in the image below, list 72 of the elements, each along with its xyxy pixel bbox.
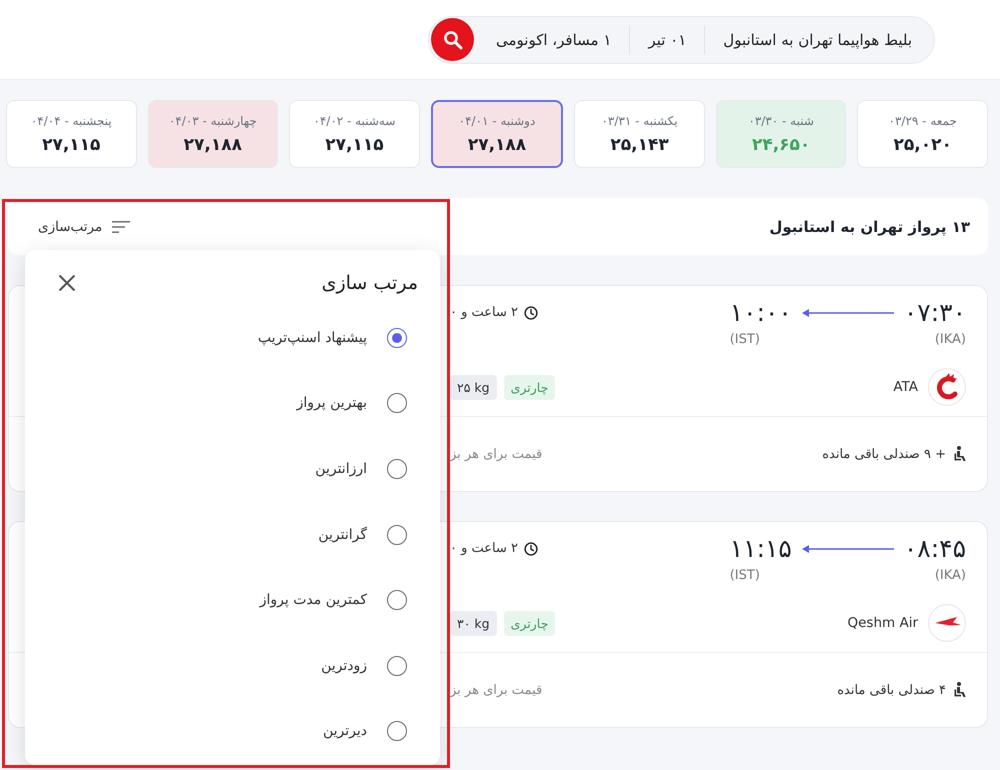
radio-button[interactable] bbox=[387, 524, 407, 545]
price-text: ۲۵,۱۴۳ bbox=[610, 134, 669, 154]
seat-icon bbox=[954, 682, 966, 698]
search-bar[interactable]: بلیط هواپیما تهران به استانبول ۰۱ تیر ۱ مسافر، اکونومی bbox=[428, 16, 935, 64]
airport-code: (IST) bbox=[730, 332, 760, 347]
sort-option[interactable]: پیشنهاد اسنپ‌تریپ bbox=[258, 328, 407, 348]
day-label: جمعه - ۰۳/۲۹ bbox=[888, 114, 957, 128]
airline-name: ATA bbox=[893, 379, 918, 395]
clock-icon bbox=[524, 306, 538, 320]
radio-button[interactable] bbox=[387, 656, 407, 676]
date-card[interactable]: شنبه - ۰۳/۳۰ ۲۴,۶۵۰ bbox=[716, 100, 846, 168]
sort-button[interactable]: مرتب‌سازی bbox=[38, 218, 130, 234]
results-title: ۱۳ پرواز تهران به استانبول bbox=[769, 218, 970, 236]
radio-button[interactable] bbox=[387, 328, 407, 348]
crescent-logo-icon bbox=[928, 368, 966, 406]
seats-left-text: ۴ صندلی باقی مانده bbox=[837, 682, 946, 698]
wing-logo-icon bbox=[928, 604, 966, 642]
price-text: ۲۷,۱۸۸ bbox=[468, 134, 526, 154]
passengers-text[interactable]: ۱ مسافر، اکونومی bbox=[478, 30, 630, 48]
departure-time: ۰۷:۳۰ bbox=[904, 298, 966, 328]
search-icon bbox=[442, 30, 463, 50]
day-label: شنبه - ۰۳/۳۰ bbox=[748, 114, 814, 128]
baggage-tag: ۲۵ kg bbox=[450, 374, 497, 400]
baggage-tag: ۳۰ kg bbox=[450, 610, 497, 636]
price-note: قیمت برای هر بز bbox=[450, 446, 542, 462]
price-text: ۲۴,۶۵۰ bbox=[752, 134, 810, 154]
date-card[interactable]: پنجشنبه - ۰۴/۰۴ ۲۷,۱۱۵ bbox=[6, 100, 137, 168]
arrival-time: ۱۱:۱۵ bbox=[730, 534, 792, 564]
price-text: ۲۷,۱۸۸ bbox=[184, 134, 242, 154]
price-note: قیمت برای هر بز bbox=[450, 682, 542, 698]
departure-time: ۰۸:۴۵ bbox=[904, 534, 966, 564]
duration-text: ۲ ساعت و ۰ bbox=[450, 541, 518, 556]
day-label: دوشنبه - ۰۴/۰۱ bbox=[458, 114, 536, 128]
seat-icon bbox=[954, 446, 966, 462]
charter-tag: چارتری bbox=[504, 610, 556, 636]
day-label: چهارشنبه - ۰۴/۰۳ bbox=[168, 114, 257, 128]
price-text: ۲۷,۱۱۵ bbox=[325, 134, 384, 154]
arrival-time: ۱۰:۰۰ bbox=[730, 298, 792, 328]
close-icon[interactable] bbox=[58, 274, 76, 292]
charter-tag: چارتری bbox=[504, 374, 556, 400]
arrow-icon bbox=[802, 544, 894, 554]
seats-left-text: + ۹ صندلی باقی مانده bbox=[822, 446, 946, 462]
airport-code: (IST) bbox=[730, 568, 760, 583]
airline-name: Qeshm Air bbox=[848, 615, 918, 631]
radio-button[interactable] bbox=[387, 590, 407, 610]
airport-code: (IKA) bbox=[934, 332, 966, 347]
airport-code: (IKA) bbox=[934, 568, 966, 583]
radio-button[interactable] bbox=[387, 721, 407, 742]
date-card[interactable]: چهارشنبه - ۰۴/۰۳ ۲۷,۱۸۸ bbox=[148, 100, 278, 168]
sort-option[interactable]: زودترین bbox=[321, 656, 407, 676]
date-card[interactable]: یکشنبه - ۰۳/۳۱ ۲۵,۱۴۳ bbox=[574, 100, 705, 168]
radio-button[interactable] bbox=[387, 393, 407, 414]
sort-option[interactable]: کمترین مدت پرواز bbox=[260, 590, 407, 610]
date-card[interactable]: جمعه - ۰۳/۲۹ ۲۵,۰۲۰ bbox=[857, 100, 988, 168]
duration-text: ۲ ساعت و ۰ bbox=[450, 305, 518, 320]
price-text: ۲۷,۱۱۵ bbox=[42, 134, 100, 154]
search-button[interactable] bbox=[431, 18, 474, 61]
clock-icon bbox=[524, 542, 538, 556]
date-text[interactable]: ۰۱ تیر bbox=[630, 30, 704, 48]
price-text: ۲۵,۰۲۰ bbox=[894, 134, 952, 154]
day-label: سه‌شنبه - ۰۴/۰۲ bbox=[313, 114, 396, 128]
date-card[interactable]: دوشنبه - ۰۴/۰۱ ۲۷,۱۸۸ bbox=[430, 100, 564, 168]
day-label: یکشنبه - ۰۳/۳۱ bbox=[601, 114, 678, 128]
day-label: پنجشنبه - ۰۴/۰۴ bbox=[30, 114, 112, 128]
date-card[interactable]: سه‌شنبه - ۰۴/۰۲ ۲۷,۱۱۵ bbox=[289, 100, 420, 168]
sort-option[interactable]: ارزانترین bbox=[315, 458, 407, 479]
sort-icon bbox=[112, 220, 130, 232]
arrow-icon bbox=[802, 308, 894, 318]
sort-option[interactable]: بهترین پرواز bbox=[296, 393, 407, 414]
radio-button[interactable] bbox=[387, 458, 407, 479]
route-text[interactable]: بلیط هواپیما تهران به استانبول bbox=[705, 30, 930, 48]
sort-option[interactable]: گرانترین bbox=[318, 524, 407, 545]
